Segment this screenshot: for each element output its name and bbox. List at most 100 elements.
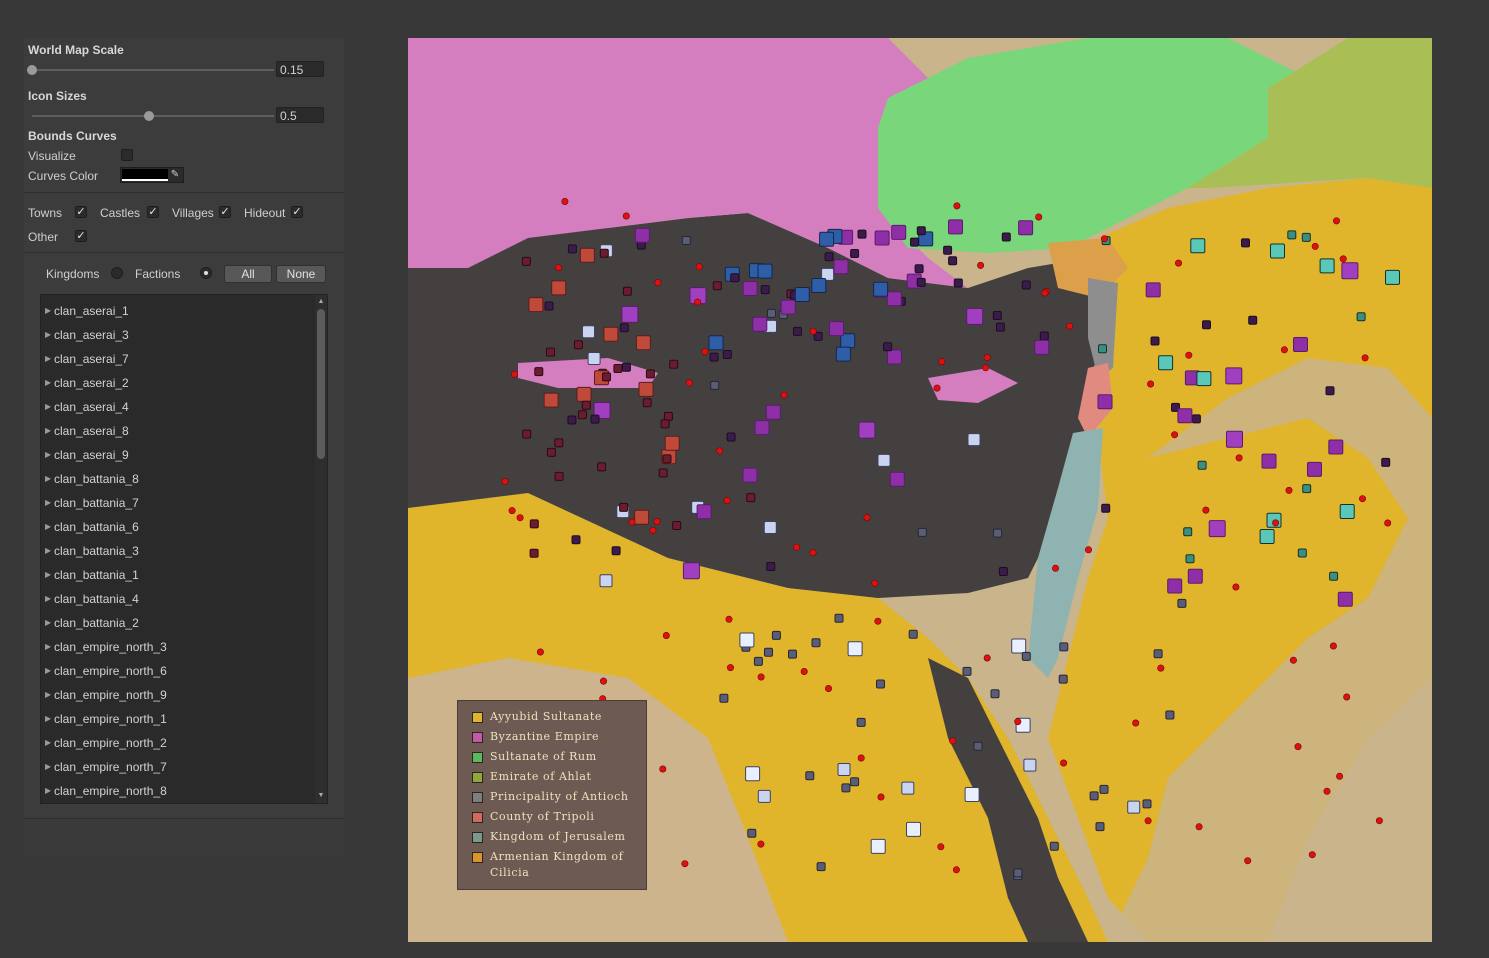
settlement-marker[interactable] bbox=[763, 521, 777, 534]
settlement-marker[interactable] bbox=[622, 286, 632, 296]
hideout-marker[interactable] bbox=[1147, 380, 1155, 388]
settlement-marker[interactable] bbox=[571, 535, 581, 545]
settlement-marker[interactable] bbox=[847, 641, 863, 657]
hideout-marker[interactable] bbox=[536, 648, 544, 656]
expand-arrow-icon[interactable]: ▶ bbox=[45, 491, 51, 515]
settlement-marker[interactable] bbox=[943, 245, 953, 255]
hideout-marker[interactable] bbox=[723, 497, 731, 505]
settlement-marker[interactable] bbox=[662, 454, 672, 464]
expand-arrow-icon[interactable]: ▶ bbox=[45, 611, 51, 635]
settlement-marker[interactable] bbox=[753, 656, 763, 666]
settlement-marker[interactable] bbox=[742, 281, 758, 296]
settlement-marker[interactable] bbox=[764, 647, 773, 657]
expand-arrow-icon[interactable]: ▶ bbox=[45, 635, 51, 659]
settlement-marker[interactable] bbox=[833, 259, 849, 275]
hideout-marker[interactable] bbox=[938, 358, 946, 366]
settlement-marker[interactable] bbox=[642, 398, 652, 408]
settlement-marker[interactable] bbox=[1301, 232, 1311, 242]
settlement-marker[interactable] bbox=[554, 438, 564, 448]
settlement-marker[interactable] bbox=[669, 359, 679, 369]
settlement-marker[interactable] bbox=[1099, 784, 1109, 794]
hideout-marker[interactable] bbox=[653, 517, 661, 525]
hideout-marker[interactable] bbox=[933, 384, 941, 392]
expand-arrow-icon[interactable]: ▶ bbox=[45, 443, 51, 467]
settlement-marker[interactable] bbox=[1339, 504, 1355, 519]
towns-checkbox[interactable]: ✓ bbox=[75, 206, 87, 218]
settlement-marker[interactable] bbox=[811, 638, 821, 648]
hideout-marker[interactable] bbox=[1195, 823, 1203, 831]
settlement-marker[interactable] bbox=[742, 467, 758, 483]
hideout-marker[interactable] bbox=[628, 518, 636, 526]
hideout-marker[interactable] bbox=[508, 507, 516, 515]
settlement-marker[interactable] bbox=[696, 504, 712, 520]
hideout-marker[interactable] bbox=[511, 370, 519, 378]
settlement-marker[interactable] bbox=[1177, 408, 1193, 424]
hideout-marker[interactable] bbox=[622, 212, 630, 220]
hideout-marker[interactable] bbox=[857, 754, 865, 762]
settlement-marker[interactable] bbox=[1058, 674, 1068, 684]
settlement-marker[interactable] bbox=[993, 528, 1003, 538]
settlement-marker[interactable] bbox=[757, 789, 771, 803]
hideout-marker[interactable] bbox=[649, 526, 657, 534]
settlement-marker[interactable] bbox=[602, 372, 611, 382]
hideout-marker[interactable] bbox=[685, 379, 693, 387]
settlement-marker[interactable] bbox=[1225, 367, 1243, 385]
settlement-marker[interactable] bbox=[876, 679, 885, 689]
settlement-marker[interactable] bbox=[767, 308, 776, 318]
settlement-marker[interactable] bbox=[1034, 339, 1050, 355]
settlement-marker[interactable] bbox=[1185, 554, 1195, 564]
castles-checkbox[interactable]: ✓ bbox=[147, 206, 159, 218]
hideout-marker[interactable] bbox=[681, 860, 689, 868]
settlement-marker[interactable] bbox=[747, 828, 757, 838]
settlement-marker[interactable] bbox=[534, 367, 544, 377]
settlement-marker[interactable] bbox=[576, 386, 592, 402]
settlement-marker[interactable] bbox=[597, 462, 607, 472]
hideout-marker[interactable] bbox=[1323, 787, 1331, 795]
settlement-marker[interactable] bbox=[1293, 337, 1308, 352]
settlement-marker[interactable] bbox=[1187, 568, 1203, 584]
other-checkbox[interactable]: ✓ bbox=[75, 230, 87, 242]
hideout-marker[interactable] bbox=[792, 543, 800, 551]
settlement-marker[interactable] bbox=[567, 244, 577, 254]
settlement-marker[interactable] bbox=[877, 453, 891, 467]
hideout-marker[interactable] bbox=[1343, 693, 1351, 701]
settlement-marker[interactable] bbox=[1177, 598, 1187, 608]
hideout-marker[interactable] bbox=[780, 391, 788, 399]
expand-arrow-icon[interactable]: ▶ bbox=[45, 587, 51, 611]
settlement-marker[interactable] bbox=[837, 763, 851, 776]
settlement-marker[interactable] bbox=[1248, 315, 1258, 325]
expand-arrow-icon[interactable]: ▶ bbox=[45, 731, 51, 755]
settlement-marker[interactable] bbox=[887, 349, 902, 365]
settlement-marker[interactable] bbox=[1023, 758, 1037, 772]
expand-arrow-icon[interactable]: ▶ bbox=[45, 515, 51, 539]
hideout-marker[interactable] bbox=[726, 664, 734, 672]
settlement-marker[interactable] bbox=[619, 323, 629, 333]
hideout-marker[interactable] bbox=[1144, 817, 1152, 825]
settlement-marker[interactable] bbox=[948, 219, 963, 235]
settlement-marker[interactable] bbox=[841, 783, 851, 793]
settlement-marker[interactable] bbox=[910, 237, 919, 247]
settlement-marker[interactable] bbox=[886, 291, 902, 307]
settlement-marker[interactable] bbox=[1059, 642, 1069, 652]
settlement-marker[interactable] bbox=[1196, 371, 1212, 387]
settlement-marker[interactable] bbox=[603, 326, 619, 342]
settlement-marker[interactable] bbox=[746, 493, 756, 503]
settlement-marker[interactable] bbox=[645, 369, 655, 379]
settlement-marker[interactable] bbox=[529, 519, 539, 529]
settlement-marker[interactable] bbox=[663, 411, 673, 421]
hideout-marker[interactable] bbox=[952, 866, 960, 874]
settlement-marker[interactable] bbox=[766, 562, 776, 571]
settlement-marker[interactable] bbox=[599, 574, 613, 588]
hideout-marker[interactable] bbox=[716, 447, 724, 455]
settlement-marker[interactable] bbox=[771, 630, 781, 640]
settlement-marker[interactable] bbox=[757, 263, 773, 279]
hideout-marker[interactable] bbox=[757, 673, 765, 681]
settlement-marker[interactable] bbox=[891, 224, 907, 240]
settlement-marker[interactable] bbox=[1356, 312, 1366, 322]
settlement-marker[interactable] bbox=[682, 562, 700, 580]
settlement-marker[interactable] bbox=[1158, 355, 1174, 371]
settlement-marker[interactable] bbox=[660, 419, 670, 429]
hideout-marker[interactable] bbox=[1332, 217, 1340, 225]
hideout-marker[interactable] bbox=[877, 793, 885, 801]
settlement-marker[interactable] bbox=[611, 546, 621, 556]
